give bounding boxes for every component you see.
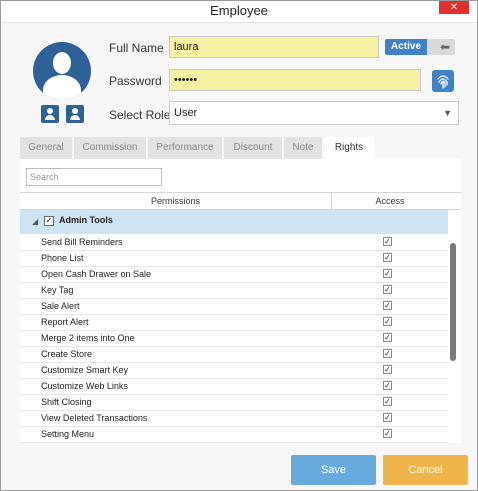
user-icon-button[interactable]	[41, 105, 59, 123]
save-button[interactable]: Save	[291, 455, 376, 485]
access-column-header: Access	[331, 193, 448, 210]
tab-rights[interactable]: Rights	[324, 137, 374, 159]
arrow-left-icon: ⬅	[439, 40, 450, 54]
group-checkbox[interactable]: ✓	[44, 216, 54, 226]
table-row: Sale Alert ✓	[20, 299, 448, 315]
avatar-shoulders	[43, 75, 81, 100]
tab-note[interactable]: Note	[284, 137, 322, 159]
table-row: Open Cash Drawer on Sale ✓	[20, 267, 448, 283]
permissions-column-header: Permissions	[150, 196, 200, 206]
user-lock-icon	[72, 108, 78, 114]
permission-label: Setting Menu	[41, 429, 95, 439]
access-checkbox[interactable]: ✓	[383, 253, 392, 262]
employee-window: Employee ✕ Full Name laura Active ⬅ Pass…	[0, 0, 478, 491]
full-name-field[interactable]: laura	[169, 36, 379, 58]
table-row: View Deleted Transactions ✓	[20, 411, 448, 427]
role-select[interactable]: User ▼	[169, 101, 459, 125]
table-row: Customize Smart Key ✓	[20, 363, 448, 379]
access-checkbox[interactable]: ✓	[383, 365, 392, 374]
chevron-down-icon: ▼	[443, 108, 452, 118]
expand-triangle-icon[interactable]: ◢	[32, 217, 38, 226]
cancel-button[interactable]: Cancel	[383, 455, 468, 485]
access-checkbox[interactable]: ✓	[383, 413, 392, 422]
user-lock-icon-button[interactable]	[66, 105, 84, 123]
access-checkbox[interactable]: ✓	[383, 317, 392, 326]
table-row: Shift Closing ✓	[20, 395, 448, 411]
password-label: Password	[109, 74, 162, 88]
table-row: Setting Menu ✓	[20, 427, 448, 443]
table-row: Customize Web Links ✓	[20, 379, 448, 395]
tab-commission[interactable]: Commission	[74, 137, 146, 159]
user-icon	[47, 108, 53, 114]
permission-label: Customize Smart Key	[41, 365, 129, 375]
access-checkbox[interactable]: ✓	[383, 429, 392, 438]
permission-label: Key Tag	[41, 285, 74, 295]
tab-discount[interactable]: Discount	[224, 137, 282, 159]
group-label: Admin Tools	[59, 215, 113, 225]
access-checkbox[interactable]: ✓	[383, 285, 392, 294]
user-avatar-icon	[33, 42, 91, 100]
avatar-head	[53, 52, 71, 74]
grid-header: Permissions Access	[20, 193, 461, 210]
search-input[interactable]: Search	[26, 168, 162, 186]
access-checkbox[interactable]: ✓	[383, 397, 392, 406]
vertical-scrollbar[interactable]	[450, 243, 456, 361]
fingerprint-icon	[437, 75, 449, 89]
full-name-label: Full Name	[109, 41, 164, 55]
select-role-label: Select Role	[109, 108, 171, 122]
permission-label: Create Store	[41, 349, 93, 359]
tab-general[interactable]: General	[20, 137, 72, 159]
permission-label: View Deleted Transactions	[41, 413, 148, 423]
access-checkbox[interactable]: ✓	[383, 237, 392, 246]
access-checkbox[interactable]: ✓	[383, 349, 392, 358]
close-button[interactable]: ✕	[439, 1, 469, 14]
table-row: Create Store ✓	[20, 347, 448, 363]
role-select-value: User	[174, 107, 198, 119]
permission-label: Report Alert	[41, 317, 89, 327]
permission-label: Shift Closing	[41, 397, 92, 407]
permissions-grid: Permissions Access ◢ ✓ Admin Tools Send …	[20, 192, 461, 443]
permission-label: Open Cash Drawer on Sale	[41, 269, 152, 279]
table-row: Send Bill Reminders ✓	[20, 235, 448, 251]
active-toggle[interactable]: Active ⬅	[385, 39, 455, 55]
permission-label: Phone List	[41, 253, 84, 263]
active-label: Active	[385, 39, 427, 55]
access-checkbox[interactable]: ✓	[383, 269, 392, 278]
rights-panel: Search Permissions Access ◢ ✓ Admin Tool…	[20, 159, 461, 443]
group-row-admin-tools[interactable]: ◢ ✓ Admin Tools	[20, 210, 448, 234]
table-row: Key Tag ✓	[20, 283, 448, 299]
access-checkbox[interactable]: ✓	[383, 381, 392, 390]
title-bar: Employee ✕	[1, 1, 477, 23]
window-title: Employee	[210, 3, 268, 18]
tab-performance[interactable]: Performance	[148, 137, 222, 159]
permission-label: Send Bill Reminders	[41, 237, 123, 247]
table-row: Phone List ✓	[20, 251, 448, 267]
table-row: Report Alert ✓	[20, 315, 448, 331]
permission-label: Merge 2 items into One	[41, 333, 135, 343]
password-field[interactable]: ••••••	[169, 69, 421, 91]
access-checkbox[interactable]: ✓	[383, 301, 392, 310]
table-row: Merge 2 items into One ✓	[20, 331, 448, 347]
access-checkbox[interactable]: ✓	[383, 333, 392, 342]
permission-label: Sale Alert	[41, 301, 80, 311]
permission-label: Customize Web Links	[41, 381, 128, 391]
fingerprint-button[interactable]	[432, 70, 454, 92]
